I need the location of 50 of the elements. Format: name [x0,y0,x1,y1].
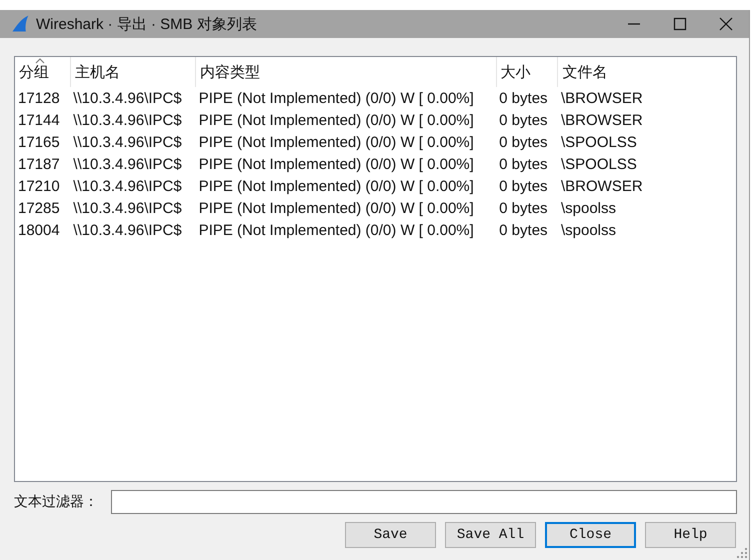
table-cell-text: \BROWSER [560,176,644,196]
table-cell-text: \SPOOLSS [560,154,638,174]
resize-grip-icon[interactable] [737,548,747,558]
filter-input-field[interactable] [111,490,737,514]
table-cell-text: 18004 [17,220,61,240]
table-cell-text: 17187 [17,154,61,174]
table-cell-text: 0 bytes [498,220,549,240]
table-cell-text: 0 bytes [498,154,549,174]
table-cell: PIPE (Not Implemented) (0/0) W [ 0.00%] [196,87,496,109]
column-header[interactable]: 分组 [15,57,70,87]
table-cell-text: \BROWSER [560,110,644,130]
column-header[interactable]: 大小 [496,57,558,87]
column-header[interactable]: 文件名 [558,57,736,87]
table-cell-text: 0 bytes [498,176,549,196]
table-cell-text: PIPE (Not Implemented) (0/0) W [ 0.00%] [198,132,475,152]
window-title: Wireshark · 导出 · SMB 对象列表 [36,14,258,34]
table-cell-text: PIPE (Not Implemented) (0/0) W [ 0.00%] [198,198,475,218]
table-cell-text: \\10.3.4.96\IPC$ [72,220,183,240]
table-cell: \\10.3.4.96\IPC$ [70,87,196,109]
filter-label: 文本过滤器： [14,493,99,511]
dialog-button[interactable]: Save All [445,522,536,548]
table-cell-text: 0 bytes [498,198,549,218]
table-cell-text: PIPE (Not Implemented) (0/0) W [ 0.00%] [198,110,475,130]
fin-icon [10,14,30,34]
table-cell: 17128 [15,87,70,109]
table-cell-text: \\10.3.4.96\IPC$ [72,132,183,152]
table-cell-text: \\10.3.4.96\IPC$ [72,198,183,218]
table-cell-text: PIPE (Not Implemented) (0/0) W [ 0.00%] [198,220,475,240]
table-cell-text: \\10.3.4.96\IPC$ [72,176,183,196]
dialog-button[interactable]: Save [345,522,436,548]
table-cell-text: 0 bytes [498,132,549,152]
table-cell-text: \spoolss [560,220,618,240]
column-header[interactable]: 内容类型 [196,57,496,87]
column-header[interactable]: 主机名 [70,57,196,87]
table-cell-text: 17165 [17,132,61,152]
table-cell: 0 bytes [496,87,558,109]
table-cell-text: PIPE (Not Implemented) (0/0) W [ 0.00%] [198,176,475,196]
table-cell-text: \\10.3.4.96\IPC$ [72,154,183,174]
table-cell-text: 17285 [17,198,61,218]
table-cell-text: PIPE (Not Implemented) (0/0) W [ 0.00%] [198,154,475,174]
table-cell-text: \spoolss [560,198,618,218]
table-cell-text: 17144 [17,110,61,130]
table-cell-text: \SPOOLSS [560,132,638,152]
table-cell-text: 0 bytes [498,110,549,130]
dialog-button[interactable]: Close [545,522,636,548]
table-cell-text: 17210 [17,176,61,196]
dialog-button[interactable]: Help [645,522,736,548]
table-cell: \BROWSER [558,87,736,109]
table-cell-text: \\10.3.4.96\IPC$ [72,110,183,130]
sort-caret-icon [35,58,45,64]
